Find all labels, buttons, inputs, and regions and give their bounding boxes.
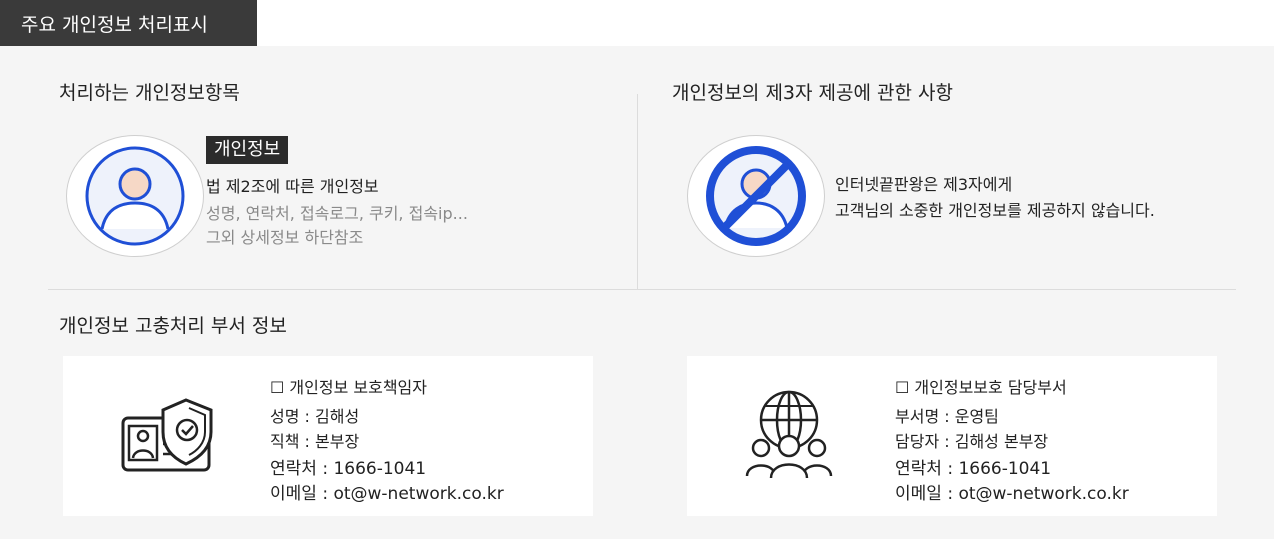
officer-card: ☐ 개인정보 보호책임자 성명 : 김해성 직책 : 본부장 연락처 : 166… bbox=[63, 356, 593, 516]
dept-section-title: 개인정보 고충처리 부서 정보 bbox=[59, 315, 287, 337]
horizontal-divider bbox=[48, 289, 1236, 290]
person-icon bbox=[66, 135, 204, 257]
items-section-title: 처리하는 개인정보항목 bbox=[59, 82, 240, 104]
id-shield-icon bbox=[119, 396, 217, 480]
department-email: 이메일 : ot@w-network.co.kr bbox=[895, 484, 1129, 504]
items-line-1: 법 제2조에 따른 개인정보 bbox=[206, 177, 379, 196]
items-line-3: 그외 상세정보 하단참조 bbox=[206, 228, 364, 247]
department-heading: ☐ 개인정보보호 담당부서 bbox=[895, 378, 1067, 397]
header-title: 주요 개인정보 처리표시 bbox=[21, 13, 208, 36]
department-manager: 담당자 : 김해성 본부장 bbox=[895, 432, 1049, 451]
officer-contact: 연락처 : 1666-1041 bbox=[270, 459, 427, 479]
vertical-divider bbox=[637, 94, 638, 289]
globe-people-icon bbox=[743, 388, 835, 484]
department-contact: 연락처 : 1666-1041 bbox=[895, 459, 1052, 479]
third-party-line-1: 인터넷끝판왕은 제3자에게 bbox=[835, 175, 1013, 194]
third-party-section-title: 개인정보의 제3자 제공에 관한 사항 bbox=[672, 82, 953, 104]
personal-info-badge: 개인정보 bbox=[206, 136, 289, 164]
third-party-line-2: 고객님의 소중한 개인정보를 제공하지 않습니다. bbox=[835, 201, 1155, 220]
main-panel: 처리하는 개인정보항목 개인정보 법 제2조에 따른 개인정보 성명, 연락처,… bbox=[0, 46, 1274, 539]
no-sharing-icon bbox=[687, 135, 825, 257]
officer-position: 직책 : 본부장 bbox=[270, 432, 360, 451]
department-name: 부서명 : 운영팀 bbox=[895, 407, 999, 426]
officer-heading: ☐ 개인정보 보호책임자 bbox=[270, 378, 427, 397]
officer-name: 성명 : 김해성 bbox=[270, 407, 360, 426]
department-card: ☐ 개인정보보호 담당부서 부서명 : 운영팀 담당자 : 김해성 본부장 연락… bbox=[687, 356, 1217, 516]
officer-email: 이메일 : ot@w-network.co.kr bbox=[270, 484, 504, 504]
header-tab: 주요 개인정보 처리표시 bbox=[0, 0, 257, 46]
items-line-2: 성명, 연락처, 접속로그, 쿠키, 접속ip... bbox=[206, 204, 468, 223]
